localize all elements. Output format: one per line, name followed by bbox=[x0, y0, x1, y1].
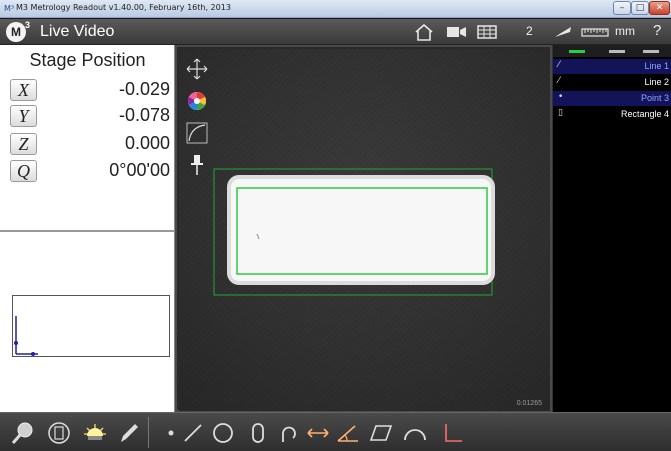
feature-label: Point 3 bbox=[640, 93, 669, 103]
line-icon[interactable] bbox=[180, 420, 206, 446]
feature-item[interactable]: ⁄ Line 1 bbox=[553, 59, 671, 74]
pencil-icon[interactable] bbox=[116, 420, 142, 446]
axis-row-x: X -0.029 bbox=[10, 79, 170, 103]
unit-label[interactable]: mm bbox=[615, 24, 635, 38]
count-label: 2 bbox=[526, 24, 533, 38]
axis-z-value: 0.000 bbox=[124, 133, 170, 153]
feature-point-marker bbox=[14, 341, 18, 345]
live-video-frame: 0.01265 bbox=[175, 45, 552, 412]
live-video-view[interactable]: 0.01265 bbox=[179, 49, 550, 411]
feature-item[interactable]: ⁄ Line 2 bbox=[553, 75, 671, 90]
tab-list[interactable] bbox=[609, 50, 625, 53]
axis-x-button[interactable]: X bbox=[10, 79, 37, 101]
stage-position-title: Stage Position bbox=[29, 50, 146, 70]
light-icon[interactable] bbox=[82, 420, 108, 446]
feature-label: Line 1 bbox=[644, 61, 669, 71]
close-button[interactable]: ✕ bbox=[649, 1, 670, 15]
window-title: M3 Metrology Readout v1.40.00, February … bbox=[16, 3, 231, 12]
feature-item[interactable]: ▯ Rectangle 4 bbox=[553, 107, 671, 122]
axis-row-q: Q 0°00'00 bbox=[10, 160, 170, 184]
axis-q-value: 0°00'00 bbox=[109, 160, 170, 180]
m3-logo[interactable]: M bbox=[6, 22, 26, 42]
axis-row-y: Y -0.078 bbox=[10, 105, 170, 129]
probe-icon[interactable] bbox=[552, 22, 574, 42]
distance-icon[interactable] bbox=[305, 420, 331, 446]
circle-icon[interactable] bbox=[210, 420, 236, 446]
angle-icon[interactable] bbox=[335, 420, 361, 446]
line-icon: ⁄ bbox=[558, 60, 560, 70]
axis-y-value: -0.078 bbox=[118, 105, 170, 125]
crosshair-lens-icon[interactable] bbox=[46, 420, 72, 446]
edge-tool-icon[interactable] bbox=[185, 121, 209, 145]
feature-item[interactable]: • Point 3 bbox=[553, 91, 671, 106]
feature-tabs bbox=[553, 45, 671, 57]
axis-q-button[interactable]: Q bbox=[10, 160, 37, 182]
feature-label: Rectangle 4 bbox=[620, 109, 669, 119]
slot-icon[interactable] bbox=[245, 420, 271, 446]
ruler-icon[interactable] bbox=[580, 22, 610, 42]
pin-icon[interactable] bbox=[185, 153, 209, 177]
m3-logo-superscript: 3 bbox=[25, 20, 31, 30]
window-title-bar: M³ M3 Metrology Readout v1.40.00, Februa… bbox=[0, 0, 671, 18]
app-icon: M³ bbox=[4, 4, 15, 13]
skew-icon[interactable] bbox=[440, 420, 466, 446]
maximize-button[interactable]: □ bbox=[631, 1, 649, 15]
help-button[interactable]: ? bbox=[653, 22, 661, 39]
parallelogram-icon[interactable] bbox=[368, 420, 394, 446]
feature-list-panel: ⁄ Line 1 ⁄ Line 2 • Point 3 ▯ Rectangle … bbox=[552, 45, 671, 412]
axis-x-value: -0.029 bbox=[118, 79, 170, 99]
rectangle-icon: ▯ bbox=[558, 108, 563, 118]
feature-point-marker bbox=[31, 352, 35, 356]
minimize-button[interactable]: – bbox=[613, 1, 631, 15]
home-icon[interactable] bbox=[413, 22, 435, 42]
grid-table-icon[interactable] bbox=[476, 22, 498, 42]
move-arrows-icon[interactable] bbox=[185, 57, 209, 81]
part-view-panel bbox=[0, 230, 175, 412]
point-icon: • bbox=[558, 92, 564, 102]
curve-icon[interactable] bbox=[402, 420, 428, 446]
mode-title: Live Video bbox=[40, 23, 115, 40]
scale-readout: 0.01265 bbox=[516, 400, 542, 407]
part-view-map[interactable] bbox=[12, 295, 170, 357]
part-rectangle-image bbox=[227, 175, 495, 285]
tab-details[interactable] bbox=[643, 50, 659, 53]
magnifier-icon[interactable] bbox=[10, 420, 36, 446]
feature-label: Line 2 bbox=[644, 77, 669, 87]
color-wheel-icon[interactable] bbox=[185, 89, 209, 113]
bottom-toolbar bbox=[0, 412, 671, 451]
video-camera-icon[interactable] bbox=[445, 22, 469, 42]
axis-z-button[interactable]: Z bbox=[10, 133, 37, 155]
line-icon: ⁄ bbox=[558, 76, 560, 86]
tab-features[interactable] bbox=[569, 50, 585, 53]
toolbar-divider bbox=[148, 417, 149, 448]
axis-row-z: Z 0.000 bbox=[10, 133, 170, 157]
axis-y-button[interactable]: Y bbox=[10, 105, 37, 127]
arc-icon[interactable] bbox=[275, 420, 301, 446]
app-toolbar: M 3 Live Video 2 mm ? bbox=[0, 19, 671, 45]
stage-position-panel: Stage Position X -0.029 Y -0.078 Z 0.000… bbox=[0, 45, 175, 230]
